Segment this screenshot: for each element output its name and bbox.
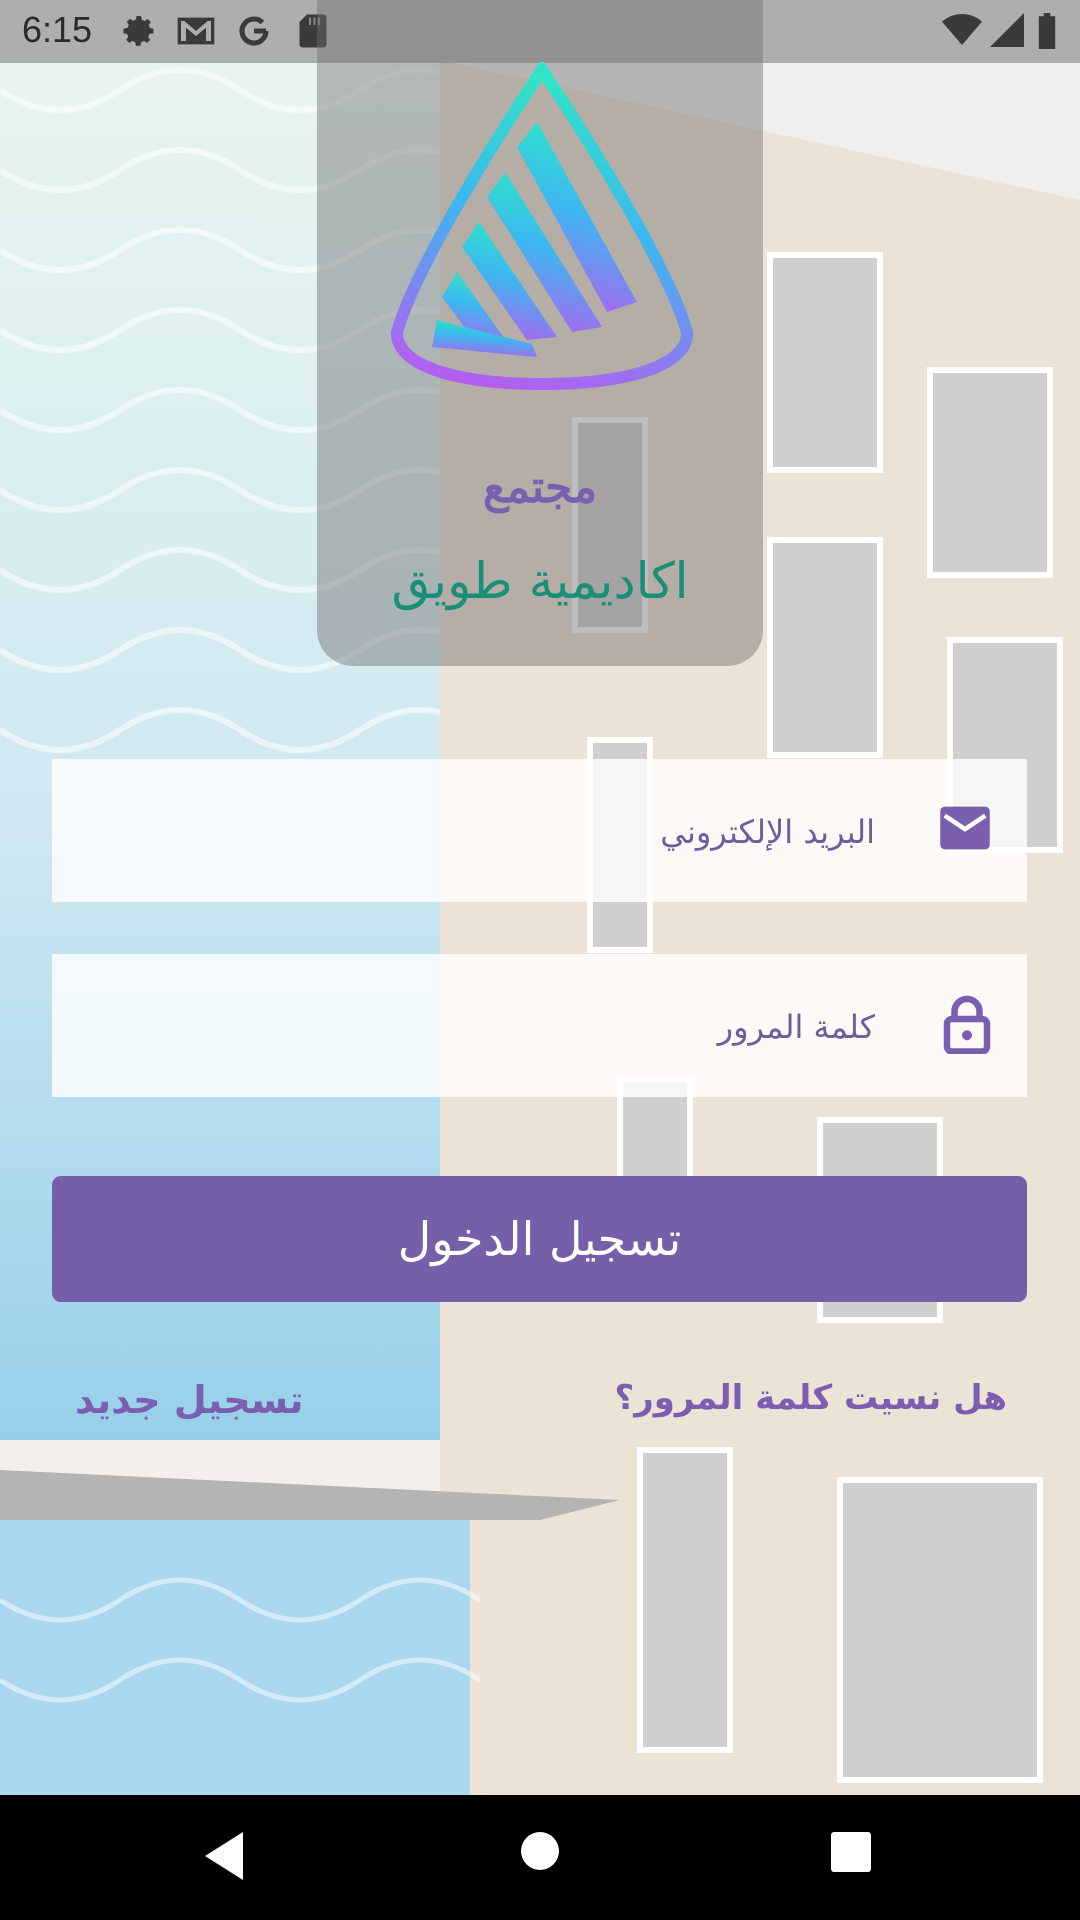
- password-field[interactable]: [52, 954, 1027, 1099]
- logo-card: مجتمع اكاديمية طويق: [317, 0, 763, 666]
- lock-icon: [942, 994, 992, 1058]
- gmail-icon: [176, 13, 216, 53]
- gear-icon: [122, 13, 158, 53]
- mail-icon: [938, 804, 992, 856]
- email-input[interactable]: [72, 759, 877, 904]
- home-icon[interactable]: [520, 1831, 560, 1875]
- navigation-bar: [0, 1795, 1080, 1920]
- password-input[interactable]: [72, 954, 877, 1099]
- register-link[interactable]: تسجيل جديد: [75, 1378, 304, 1422]
- status-time: 6:15: [22, 9, 93, 50]
- brand-title-line2: اكاديمية طويق: [391, 552, 689, 610]
- battery-icon: [1036, 13, 1058, 53]
- back-icon[interactable]: [203, 1830, 247, 1886]
- signal-icon: [990, 13, 1024, 51]
- forgot-password-link[interactable]: هل نسيت كلمة المرور؟: [614, 1378, 1007, 1418]
- login-button[interactable]: تسجيل الدخول: [52, 1176, 1027, 1302]
- wifi-icon: [942, 13, 982, 51]
- google-icon: [236, 13, 272, 53]
- email-field[interactable]: [52, 759, 1027, 904]
- recents-icon[interactable]: [831, 1832, 871, 1876]
- brand-title-line1: مجتمع: [482, 462, 598, 513]
- tuwaiq-academy-logo: [387, 59, 697, 396]
